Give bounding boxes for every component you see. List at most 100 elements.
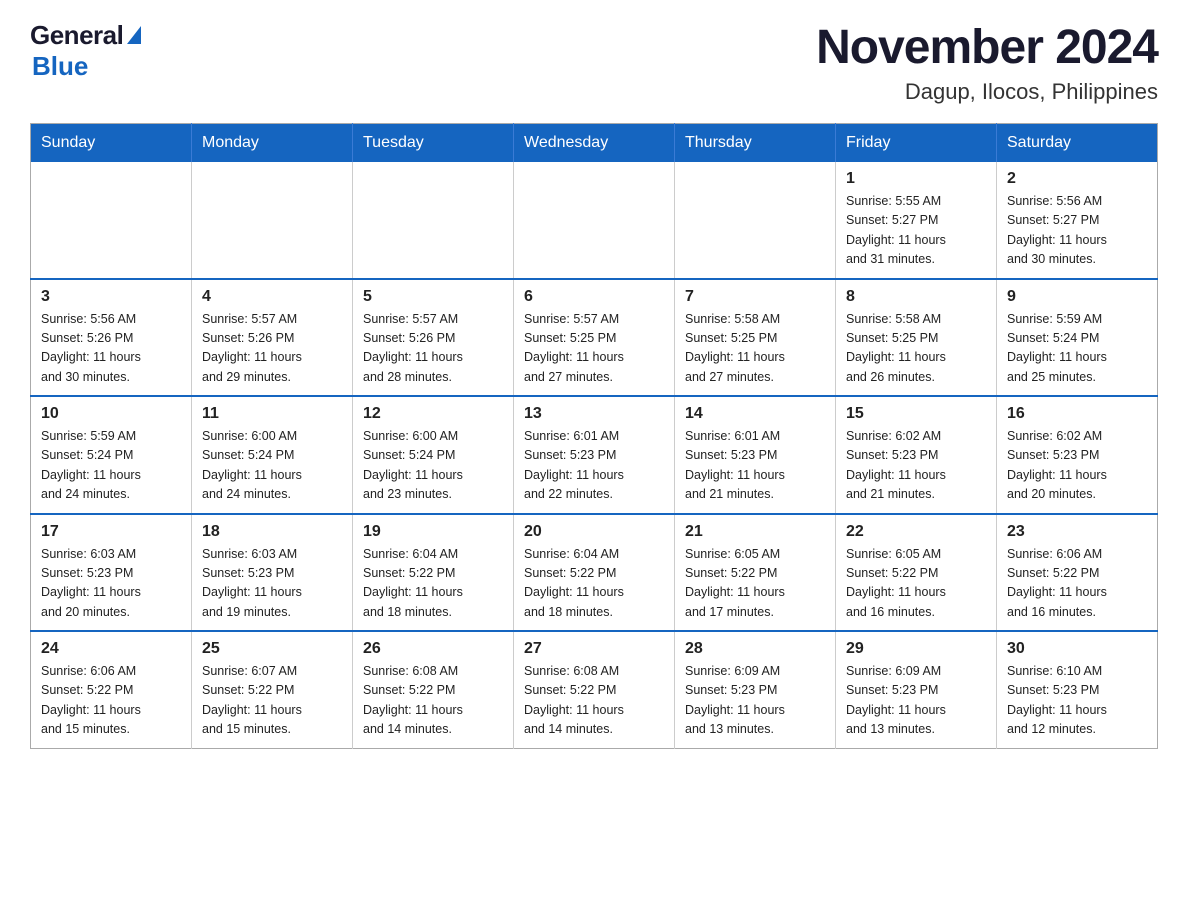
logo-general: General [30, 20, 141, 51]
day-info: Sunrise: 6:09 AM Sunset: 5:23 PM Dayligh… [685, 662, 825, 740]
logo-blue: Blue [32, 51, 88, 81]
day-info: Sunrise: 6:05 AM Sunset: 5:22 PM Dayligh… [685, 545, 825, 623]
day-number: 3 [41, 288, 181, 306]
calendar-header-wednesday: Wednesday [514, 124, 675, 163]
day-info: Sunrise: 5:57 AM Sunset: 5:25 PM Dayligh… [524, 310, 664, 388]
calendar-week-row: 24Sunrise: 6:06 AM Sunset: 5:22 PM Dayli… [31, 631, 1158, 748]
day-info: Sunrise: 6:10 AM Sunset: 5:23 PM Dayligh… [1007, 662, 1147, 740]
calendar-cell: 28 Sunrise: 6:09 AM Sunset: 5:23 PM Dayli… [675, 631, 836, 748]
day-number: 17 [41, 523, 181, 541]
day-number: 18 [202, 523, 342, 541]
day-info: Sunrise: 6:02 AM Sunset: 5:23 PM Dayligh… [1007, 427, 1147, 505]
day-number: 12 [363, 405, 503, 423]
calendar-header-tuesday: Tuesday [353, 124, 514, 163]
calendar-table: SundayMondayTuesdayWednesdayThursdayFrid… [30, 123, 1158, 749]
day-info: Sunrise: 5:59 AM Sunset: 5:24 PM Dayligh… [41, 427, 181, 505]
calendar-cell: 20 Sunrise: 6:04 AM Sunset: 5:22 PM Dayli… [514, 514, 675, 632]
calendar-cell: 18Sunrise: 6:03 AM Sunset: 5:23 PM Dayli… [192, 514, 353, 632]
calendar-cell [31, 162, 192, 279]
calendar-header-saturday: Saturday [997, 124, 1158, 163]
day-number: 25 [202, 640, 342, 658]
calendar-cell [353, 162, 514, 279]
day-number: 6 [524, 288, 664, 306]
day-info: Sunrise: 6:03 AM Sunset: 5:23 PM Dayligh… [41, 545, 181, 623]
day-info: Sunrise: 6:00 AM Sunset: 5:24 PM Dayligh… [202, 427, 342, 505]
calendar-week-row: 17 Sunrise: 6:03 AM Sunset: 5:23 PM Dayli… [31, 514, 1158, 632]
calendar-week-row: 1Sunrise: 5:55 AM Sunset: 5:27 PM Daylig… [31, 162, 1158, 279]
day-number: 11 [202, 405, 342, 423]
day-info: Sunrise: 6:00 AM Sunset: 5:24 PM Dayligh… [363, 427, 503, 505]
page-subtitle: Dagup, Ilocos, Philippines [816, 79, 1158, 105]
day-number: 4 [202, 288, 342, 306]
day-number: 26 [363, 640, 503, 658]
page-title: November 2024 [816, 20, 1158, 75]
day-info: Sunrise: 6:05 AM Sunset: 5:22 PM Dayligh… [846, 545, 986, 623]
day-info: Sunrise: 6:07 AM Sunset: 5:22 PM Dayligh… [202, 662, 342, 740]
calendar-header-friday: Friday [836, 124, 997, 163]
calendar-cell [514, 162, 675, 279]
day-number: 19 [363, 523, 503, 541]
calendar-cell: 6 Sunrise: 5:57 AM Sunset: 5:25 PM Daylig… [514, 279, 675, 397]
calendar-cell: 3Sunrise: 5:56 AM Sunset: 5:26 PM Daylig… [31, 279, 192, 397]
day-info: Sunrise: 6:06 AM Sunset: 5:22 PM Dayligh… [1007, 545, 1147, 623]
day-number: 10 [41, 405, 181, 423]
day-info: Sunrise: 6:04 AM Sunset: 5:22 PM Dayligh… [524, 545, 664, 623]
calendar-header-thursday: Thursday [675, 124, 836, 163]
logo: General Blue [30, 20, 141, 82]
calendar-header-row: SundayMondayTuesdayWednesdayThursdayFrid… [31, 124, 1158, 163]
day-number: 22 [846, 523, 986, 541]
day-info: Sunrise: 6:09 AM Sunset: 5:23 PM Dayligh… [846, 662, 986, 740]
day-number: 8 [846, 288, 986, 306]
day-number: 2 [1007, 170, 1147, 188]
calendar-cell: 8 Sunrise: 5:58 AM Sunset: 5:25 PM Daylig… [836, 279, 997, 397]
day-info: Sunrise: 5:55 AM Sunset: 5:27 PM Dayligh… [846, 192, 986, 270]
day-number: 7 [685, 288, 825, 306]
day-number: 30 [1007, 640, 1147, 658]
day-info: Sunrise: 6:08 AM Sunset: 5:22 PM Dayligh… [524, 662, 664, 740]
calendar-cell: 7 Sunrise: 5:58 AM Sunset: 5:25 PM Daylig… [675, 279, 836, 397]
day-number: 28 [685, 640, 825, 658]
calendar-cell: 29 Sunrise: 6:09 AM Sunset: 5:23 PM Dayli… [836, 631, 997, 748]
calendar-cell: 23 Sunrise: 6:06 AM Sunset: 5:22 PM Dayli… [997, 514, 1158, 632]
calendar-week-row: 3Sunrise: 5:56 AM Sunset: 5:26 PM Daylig… [31, 279, 1158, 397]
day-number: 5 [363, 288, 503, 306]
calendar-cell: 15Sunrise: 6:02 AM Sunset: 5:23 PM Dayli… [836, 396, 997, 514]
day-number: 13 [524, 405, 664, 423]
title-block: November 2024 Dagup, Ilocos, Philippines [816, 20, 1158, 105]
calendar-cell: 26 Sunrise: 6:08 AM Sunset: 5:22 PM Dayli… [353, 631, 514, 748]
day-info: Sunrise: 5:58 AM Sunset: 5:25 PM Dayligh… [846, 310, 986, 388]
day-number: 23 [1007, 523, 1147, 541]
logo-triangle-icon [127, 26, 141, 44]
day-number: 9 [1007, 288, 1147, 306]
calendar-cell: 25 Sunrise: 6:07 AM Sunset: 5:22 PM Dayli… [192, 631, 353, 748]
calendar-cell: 11 Sunrise: 6:00 AM Sunset: 5:24 PM Dayli… [192, 396, 353, 514]
calendar-cell: 17 Sunrise: 6:03 AM Sunset: 5:23 PM Dayli… [31, 514, 192, 632]
day-number: 21 [685, 523, 825, 541]
calendar-cell: 19Sunrise: 6:04 AM Sunset: 5:22 PM Dayli… [353, 514, 514, 632]
calendar-header-monday: Monday [192, 124, 353, 163]
calendar-cell: 12 Sunrise: 6:00 AM Sunset: 5:24 PM Dayli… [353, 396, 514, 514]
day-info: Sunrise: 5:56 AM Sunset: 5:27 PM Dayligh… [1007, 192, 1147, 270]
calendar-cell: 27Sunrise: 6:08 AM Sunset: 5:22 PM Dayli… [514, 631, 675, 748]
calendar-cell: 10 Sunrise: 5:59 AM Sunset: 5:24 PM Dayli… [31, 396, 192, 514]
day-number: 20 [524, 523, 664, 541]
calendar-cell: 9 Sunrise: 5:59 AM Sunset: 5:24 PM Daylig… [997, 279, 1158, 397]
calendar-cell: 1Sunrise: 5:55 AM Sunset: 5:27 PM Daylig… [836, 162, 997, 279]
calendar-cell: 24Sunrise: 6:06 AM Sunset: 5:22 PM Dayli… [31, 631, 192, 748]
day-info: Sunrise: 5:57 AM Sunset: 5:26 PM Dayligh… [363, 310, 503, 388]
calendar-cell: 13 Sunrise: 6:01 AM Sunset: 5:23 PM Dayli… [514, 396, 675, 514]
calendar-cell: 22 Sunrise: 6:05 AM Sunset: 5:22 PM Dayli… [836, 514, 997, 632]
day-info: Sunrise: 6:06 AM Sunset: 5:22 PM Dayligh… [41, 662, 181, 740]
calendar-cell [675, 162, 836, 279]
day-info: Sunrise: 6:02 AM Sunset: 5:23 PM Dayligh… [846, 427, 986, 505]
day-info: Sunrise: 5:58 AM Sunset: 5:25 PM Dayligh… [685, 310, 825, 388]
day-info: Sunrise: 5:59 AM Sunset: 5:24 PM Dayligh… [1007, 310, 1147, 388]
day-number: 16 [1007, 405, 1147, 423]
calendar-cell: 16 Sunrise: 6:02 AM Sunset: 5:23 PM Dayli… [997, 396, 1158, 514]
calendar-week-row: 10 Sunrise: 5:59 AM Sunset: 5:24 PM Dayli… [31, 396, 1158, 514]
day-info: Sunrise: 5:57 AM Sunset: 5:26 PM Dayligh… [202, 310, 342, 388]
day-number: 29 [846, 640, 986, 658]
page-header: General Blue November 2024 Dagup, Ilocos… [30, 20, 1158, 105]
day-info: Sunrise: 6:08 AM Sunset: 5:22 PM Dayligh… [363, 662, 503, 740]
day-info: Sunrise: 6:01 AM Sunset: 5:23 PM Dayligh… [524, 427, 664, 505]
